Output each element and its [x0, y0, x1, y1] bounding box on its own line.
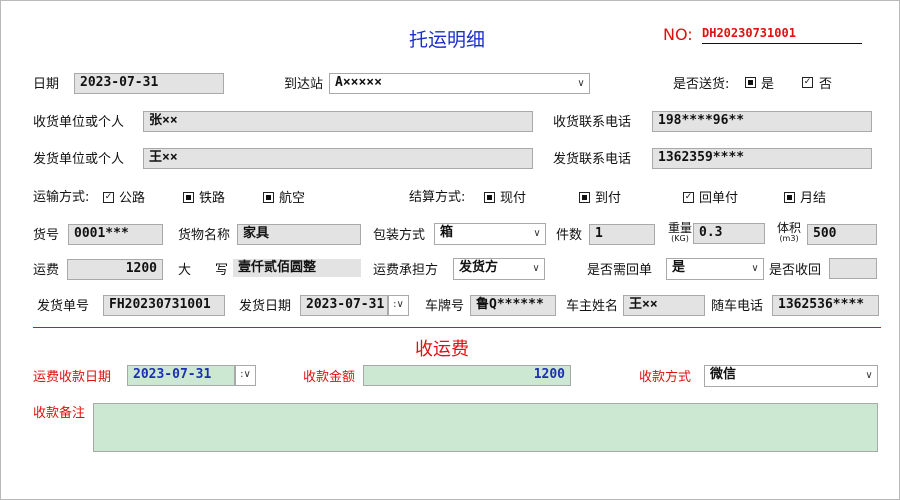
- goods-no-field[interactable]: 0001***: [68, 224, 163, 245]
- sender-label: 发货单位或个人: [33, 152, 125, 167]
- volume-unit: (m3): [779, 234, 799, 243]
- receiver-field[interactable]: 张××: [143, 111, 533, 132]
- receiver-label: 收货单位或个人: [33, 115, 125, 130]
- collect-date-field[interactable]: 2023-07-31: [127, 365, 235, 386]
- settle-receipt-checkbox[interactable]: ✓: [683, 192, 694, 203]
- driver-phone-label: 随车电话: [711, 299, 764, 314]
- sender-phone-label: 发货联系电话: [553, 152, 632, 167]
- delivery-yes-checkbox[interactable]: [745, 77, 756, 88]
- payer-value: 发货方: [459, 260, 499, 275]
- owner-field[interactable]: 王××: [623, 295, 705, 316]
- no-label: NO:: [663, 25, 693, 44]
- consignment-form: 托运明细 NO: DH20230731001 日期 2023-07-31 到达站…: [0, 0, 900, 500]
- pack-label: 包装方式: [373, 228, 426, 243]
- chevron-down-icon[interactable]: ∨: [529, 224, 545, 244]
- plate-label: 车牌号: [425, 299, 465, 314]
- transport-road-checkbox[interactable]: ✓: [103, 192, 114, 203]
- freight-field[interactable]: 1200: [67, 259, 163, 280]
- transport-road-label: 公路: [119, 191, 146, 206]
- settle-monthly-checkbox[interactable]: [784, 192, 795, 203]
- capital-label-a: 大: [178, 263, 192, 278]
- settle-monthly-label: 月结: [800, 191, 827, 206]
- station-select[interactable]: A××××× ∨: [329, 73, 590, 94]
- goods-name-field[interactable]: 家具: [237, 224, 361, 245]
- volume-label: 体积 (m3): [777, 222, 801, 243]
- pack-value: 箱: [440, 225, 454, 240]
- returned-label: 是否收回: [769, 263, 822, 278]
- section-divider: [33, 327, 881, 328]
- receipt-select[interactable]: 是 ∨: [666, 258, 764, 280]
- qty-label: 件数: [556, 228, 583, 243]
- qty-field[interactable]: 1: [589, 224, 655, 245]
- receipt-value: 是: [672, 260, 686, 275]
- collect-note-textarea[interactable]: [93, 403, 878, 452]
- settle-cash-label: 现付: [500, 191, 527, 206]
- weight-unit: (KG): [671, 234, 689, 243]
- driver-phone-field[interactable]: 1362536****: [772, 295, 879, 316]
- goods-no-label: 货号: [33, 228, 60, 243]
- returned-field[interactable]: [829, 258, 877, 279]
- ship-no-field[interactable]: FH20230731001: [103, 295, 225, 316]
- collect-method-value: 微信: [710, 367, 737, 382]
- settle-label: 结算方式:: [409, 190, 466, 205]
- collect-section-title: 收运费: [415, 339, 469, 360]
- payer-select[interactable]: 发货方 ∨: [453, 258, 545, 280]
- collect-date-label: 运费收款日期: [33, 370, 112, 385]
- chevron-down-icon[interactable]: ∨: [528, 259, 544, 279]
- weight-field[interactable]: 0.3: [693, 223, 765, 244]
- date-field[interactable]: 2023-07-31: [74, 73, 224, 94]
- receipt-label: 是否需回单: [587, 263, 653, 278]
- delivery-no-label: 否: [819, 77, 833, 92]
- calendar-dropdown-icon[interactable]: :∨: [235, 365, 256, 386]
- weight-label-text: 重量: [668, 221, 693, 235]
- volume-label-text: 体积: [777, 221, 802, 235]
- collect-amount-field[interactable]: 1200: [363, 365, 571, 386]
- settle-cod-label: 到付: [595, 191, 622, 206]
- volume-field[interactable]: 500: [807, 224, 877, 245]
- receiver-phone-label: 收货联系电话: [553, 115, 632, 130]
- date-label: 日期: [33, 77, 60, 92]
- station-value: A×××××: [335, 75, 382, 90]
- collect-method-select[interactable]: 微信 ∨: [704, 365, 878, 387]
- ship-date-label: 发货日期: [239, 299, 292, 314]
- settle-receipt-label: 回单付: [699, 191, 739, 206]
- transport-rail-label: 铁路: [199, 191, 226, 206]
- chevron-down-icon[interactable]: ∨: [573, 74, 589, 93]
- collect-note-label: 收款备注: [33, 406, 86, 421]
- transport-label: 运输方式:: [33, 190, 90, 205]
- goods-name-label: 货物名称: [178, 228, 231, 243]
- collect-amount-label: 收款金额: [303, 370, 356, 385]
- ship-date-field[interactable]: 2023-07-31: [300, 295, 388, 316]
- owner-label: 车主姓名: [566, 299, 619, 314]
- delivery-yes-label: 是: [761, 77, 775, 92]
- receiver-phone-field[interactable]: 198****96**: [652, 111, 872, 132]
- settle-cash-checkbox[interactable]: [484, 192, 495, 203]
- sender-field[interactable]: 王××: [143, 148, 533, 169]
- pack-select[interactable]: 箱 ∨: [434, 223, 546, 245]
- capital-amount-field: 壹仟贰佰圆整: [233, 259, 361, 277]
- delivery-no-checkbox[interactable]: ✓: [802, 77, 813, 88]
- delivery-label: 是否送货:: [673, 77, 730, 92]
- freight-label: 运费: [33, 263, 60, 278]
- sender-phone-field[interactable]: 1362359****: [652, 148, 872, 169]
- station-label: 到达站: [284, 77, 324, 92]
- page-title: 托运明细: [409, 29, 486, 51]
- chevron-down-icon[interactable]: ∨: [747, 259, 763, 279]
- capital-label-b: 写: [215, 263, 229, 278]
- collect-method-label: 收款方式: [639, 370, 692, 385]
- settle-cod-checkbox[interactable]: [579, 192, 590, 203]
- transport-rail-checkbox[interactable]: [183, 192, 194, 203]
- chevron-down-icon[interactable]: ∨: [861, 366, 877, 386]
- weight-label: 重量 (KG): [668, 222, 692, 243]
- transport-air-label: 航空: [279, 191, 306, 206]
- plate-field[interactable]: 鲁Q******: [470, 295, 556, 316]
- order-no-field[interactable]: DH20230731001: [702, 27, 862, 44]
- payer-label: 运费承担方: [373, 263, 439, 278]
- transport-air-checkbox[interactable]: [263, 192, 274, 203]
- ship-no-label: 发货单号: [37, 299, 90, 314]
- calendar-dropdown-icon[interactable]: :∨: [388, 295, 409, 316]
